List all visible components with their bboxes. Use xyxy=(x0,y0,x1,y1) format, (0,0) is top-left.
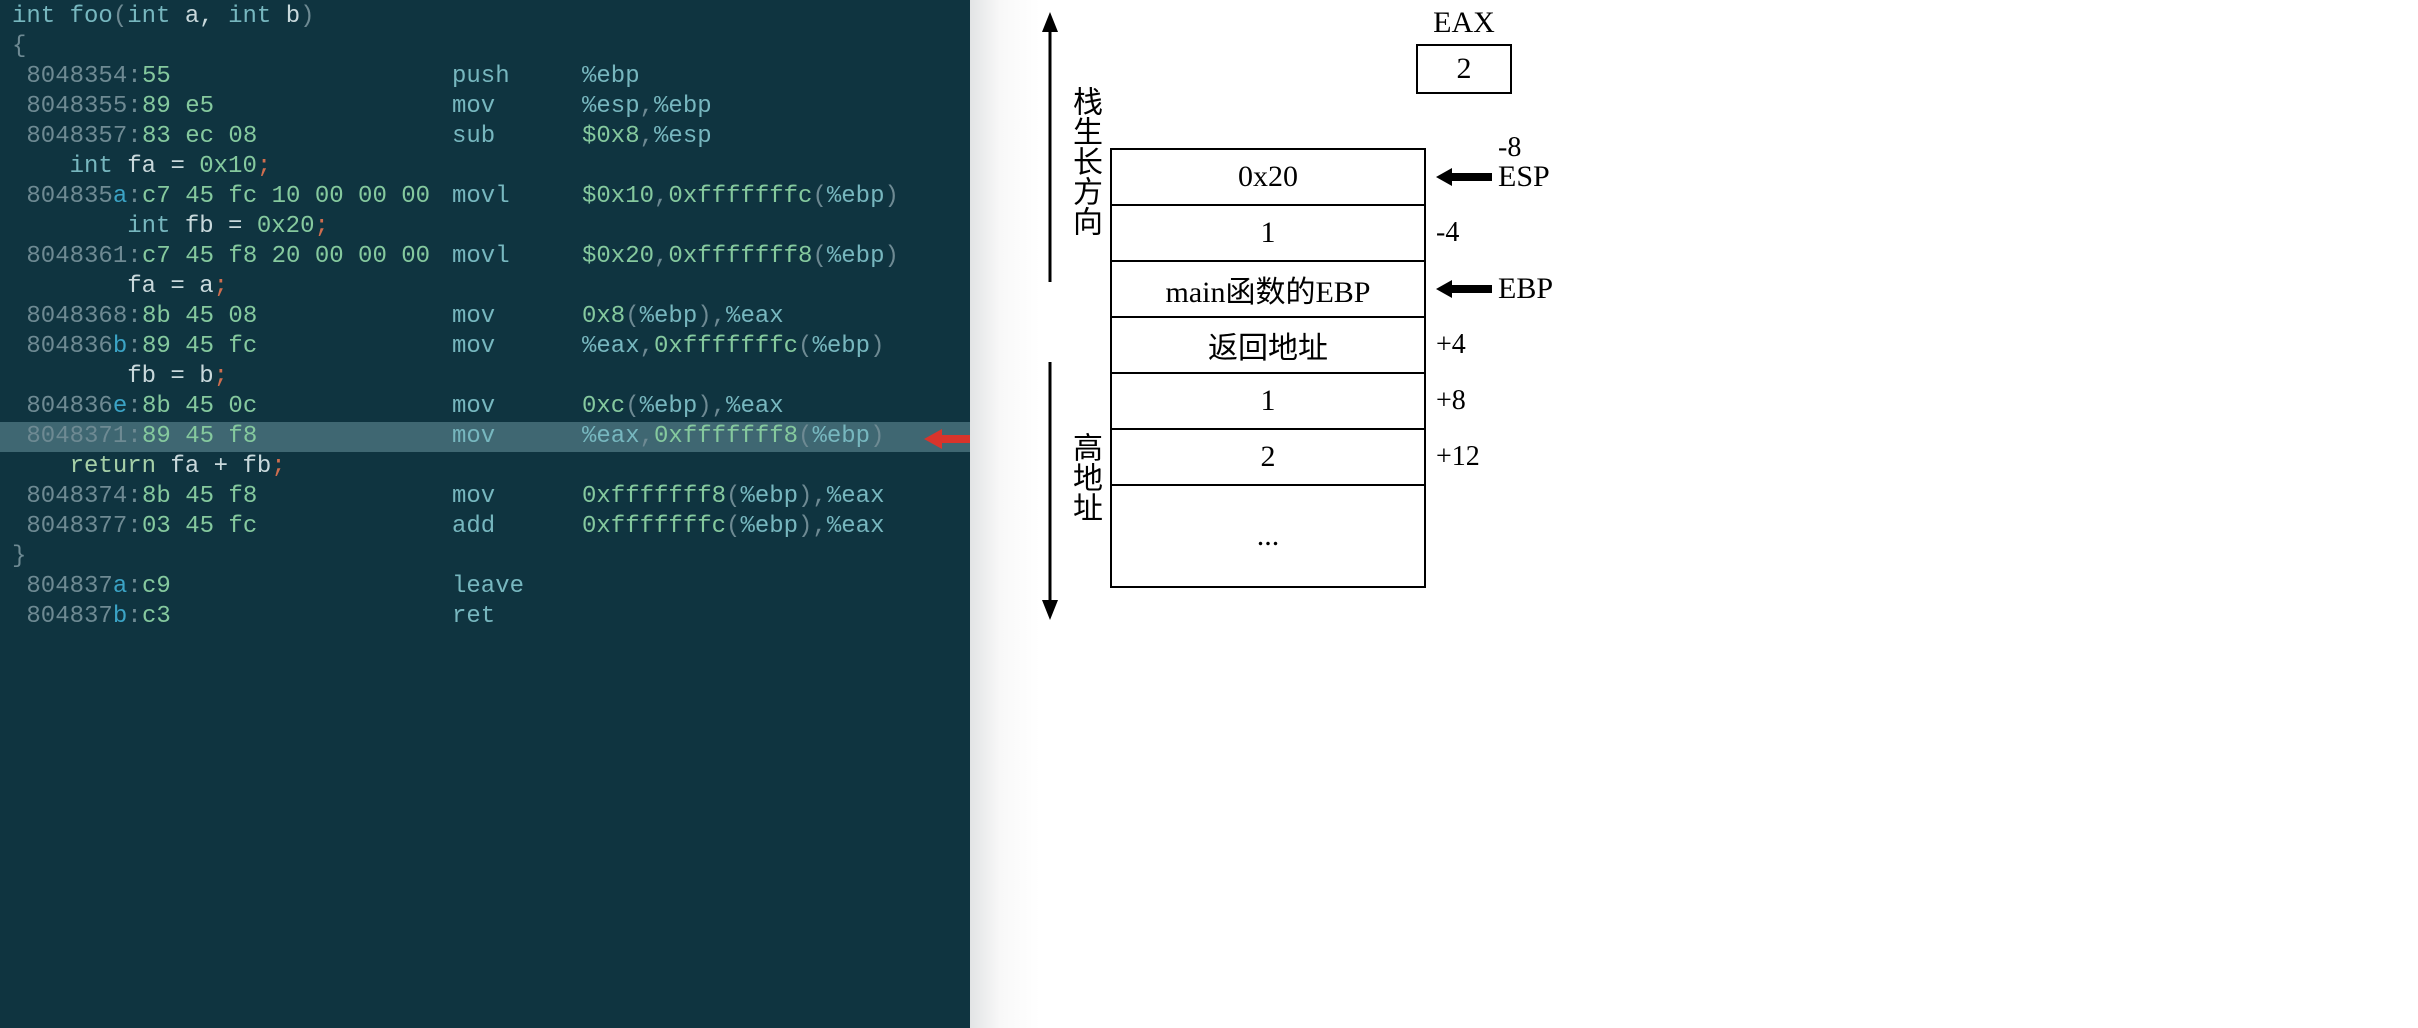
code-line: 8048374:8b 45 f8mov0xfffffff8(%ebp),%eax xyxy=(0,482,970,512)
code-line: int fb = 0x20; xyxy=(0,212,970,242)
stack-row: main函数的EBPEBP xyxy=(1112,262,1424,318)
code-line: fb = b; xyxy=(0,362,970,392)
eax-value: 2 xyxy=(1416,44,1512,94)
stack-offset: +4 xyxy=(1436,329,1496,361)
code-line: return fa + fb; xyxy=(0,452,970,482)
ebp-pointer: EBP xyxy=(1436,272,1553,306)
eax-title: EAX xyxy=(1416,6,1512,40)
code-line: 8048361:c7 45 f8 20 00 00 00movl$0x20,0x… xyxy=(0,242,970,272)
stack-diagram: 栈生长方向 高地址 EAX 2 0x20ESP-81-4main函数的EBPEB… xyxy=(970,0,2418,1028)
code-line: 804836b:89 45 fcmov%eax,0xfffffffc(%ebp) xyxy=(0,332,970,362)
stack-row: ... xyxy=(1112,486,1424,586)
code-line: 804835a:c7 45 fc 10 00 00 00movl$0x10,0x… xyxy=(0,182,970,212)
stack-offset: +8 xyxy=(1436,385,1496,417)
stack-offset: -8 xyxy=(1498,132,1521,164)
stack-offset: -4 xyxy=(1436,217,1496,249)
code-line: int fa = 0x10; xyxy=(0,152,970,182)
code-line: 804837a:c9leave xyxy=(0,572,970,602)
stack-frame: 0x20ESP-81-4main函数的EBPEBP返回地址+41+82+12..… xyxy=(1110,148,1426,588)
stack-row: 0x20ESP-8 xyxy=(1112,150,1424,206)
esp-pointer: ESP-8 xyxy=(1436,160,1550,194)
code-line: } xyxy=(0,542,970,572)
arrow-left-icon xyxy=(1436,167,1492,187)
code-line: 8048368:8b 45 08mov0x8(%ebp),%eax xyxy=(0,302,970,332)
code-line: 8048355:89 e5mov%esp,%ebp xyxy=(0,92,970,122)
code-line: 8048357:83 ec 08sub$0x8,%esp xyxy=(0,122,970,152)
code-line: { xyxy=(0,32,970,62)
code-line: 8048354:55push%ebp xyxy=(0,62,970,92)
arrow-left-icon xyxy=(1436,279,1492,299)
code-line: 8048377:03 45 fcadd0xfffffffc(%ebp),%eax xyxy=(0,512,970,542)
growth-arrow-icon xyxy=(1040,12,1060,620)
stack-row: 返回地址+4 xyxy=(1112,318,1424,374)
code-line: fa = a; xyxy=(0,272,970,302)
growth-direction-label: 栈生长方向 xyxy=(1062,86,1106,236)
stack-offset: +12 xyxy=(1436,441,1496,473)
code-line-current: 8048371:89 45 f8mov%eax,0xfffffff8(%ebp) xyxy=(0,422,970,452)
code-line: int foo(int a, int b) xyxy=(0,2,970,32)
high-address-label: 高地址 xyxy=(1062,432,1106,522)
code-line: 804836e:8b 45 0cmov0xc(%ebp),%eax xyxy=(0,392,970,422)
stack-row: 1-4 xyxy=(1112,206,1424,262)
code-line: 804837b:c3ret xyxy=(0,602,970,632)
stack-row: 2+12 xyxy=(1112,430,1424,486)
stack-row: 1+8 xyxy=(1112,374,1424,430)
code-panel: int foo(int a, int b){ 8048354:55push%eb… xyxy=(0,0,970,1028)
eax-register: EAX 2 xyxy=(1416,6,1512,94)
